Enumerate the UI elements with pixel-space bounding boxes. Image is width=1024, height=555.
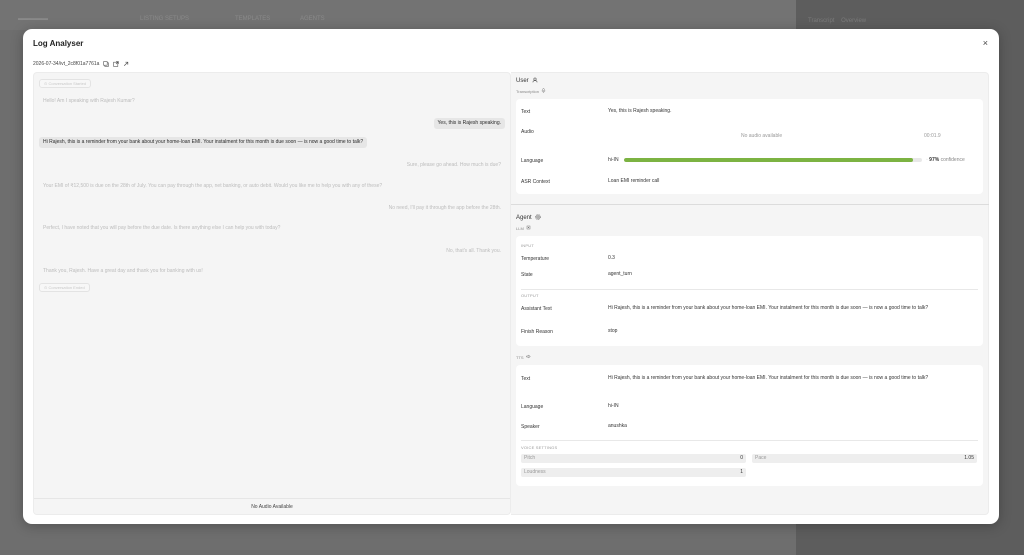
audio-status: No audio available (741, 133, 783, 139)
tts-text-value: Hi Rajesh, this is a reminder from your … (608, 375, 929, 381)
microphone-icon (541, 88, 546, 94)
confidence-dot-icon: ◦ (926, 157, 928, 163)
log-id-row: 2026-07-34/ivt_2c8f01a7761a (33, 60, 129, 67)
modal-title: Log Analyser (33, 39, 84, 48)
chat-message[interactable]: Hello! Am I speaking with Rajesh Kumar? (39, 96, 139, 107)
log-analyser-modal: Log Analyser × 2026-07-34/ivt_2c8f01a776… (23, 29, 999, 524)
temperature-value: 0.3 (608, 255, 615, 261)
subtitle-label: TTS (516, 354, 524, 360)
tts-subtitle: TTS (516, 354, 531, 360)
chip-label: Conversation Ended (48, 285, 85, 290)
user-section-title: User (516, 77, 538, 85)
confidence-word: confidence (940, 157, 965, 163)
open-new-tab-icon[interactable] (112, 60, 119, 67)
background-logo: ▬▬▬▬▬ (18, 16, 48, 22)
chip-icon (526, 225, 531, 231)
finish-reason-value: stop (608, 328, 618, 334)
llm-subtitle: LLM (516, 225, 531, 231)
chat-message[interactable]: Yes, this is Rajesh speaking. (433, 118, 505, 129)
background-item: LISTING SETUPS (140, 16, 190, 22)
section-divider (511, 204, 989, 205)
confidence-bar (624, 158, 922, 162)
audio-label: Audio (521, 129, 534, 135)
audio-duration: 00:01.9 (924, 133, 941, 139)
external-link-icon[interactable] (122, 60, 129, 67)
user-transcription-card: Text Yes, this is Rajesh speaking. Audio… (516, 99, 983, 194)
card-divider (521, 440, 978, 441)
background-item: TEMPLATES (235, 16, 271, 22)
audio-status-footer: No Audio Available (34, 498, 510, 514)
user-icon (532, 77, 538, 85)
assistant-text-value: Hi Rajesh, this is a reminder from your … (608, 305, 929, 311)
tts-text-label: Text (521, 376, 531, 382)
conversation-end-chip: ⊙ Conversation Ended (39, 283, 90, 292)
asr-context-label: ASR Context (521, 179, 550, 185)
tts-card: Text Hi Rajesh, this is a reminder from … (516, 365, 983, 486)
chat-message[interactable]: Sure, please go ahead. How much is due? (403, 160, 505, 171)
chat-message[interactable]: No need, I'll pay it through the app bef… (385, 203, 505, 214)
text-value: Yes, this is Rajesh speaking. (608, 108, 672, 114)
tts-language-value: hi-IN (608, 403, 619, 409)
subtitle-label: LLM (516, 225, 524, 231)
input-caption: INPUT (521, 243, 534, 248)
chip-label: Conversation Started (48, 81, 87, 86)
pitch-setting: Pitch 0 (521, 454, 746, 463)
section-title-label: Agent (516, 215, 532, 221)
gear-icon (534, 214, 541, 222)
copy-icon[interactable] (102, 60, 109, 67)
speaker-label: Speaker (521, 424, 540, 430)
section-title-label: User (516, 78, 529, 84)
confidence-readout: ◦ 97% confidence (926, 156, 965, 164)
llm-card: INPUT Temperature 0.3 State agent_turn O… (516, 236, 983, 346)
pitch-label: Pitch (524, 455, 536, 461)
turn-detail-panel: User Transcription Text Yes, this is Raj… (511, 72, 989, 515)
output-caption: OUTPUT (521, 293, 539, 298)
tts-language-label: Language (521, 404, 544, 410)
finish-reason-label: Finish Reason (521, 329, 553, 335)
background-tab: Overview (841, 18, 867, 24)
state-label: State (521, 272, 533, 278)
state-value: agent_turn (608, 271, 632, 277)
chat-transcript-panel: ⊙ Conversation Started Hello! Am I speak… (33, 72, 511, 515)
confidence-percent: 97% (929, 157, 940, 163)
log-id: 2026-07-34/ivt_2c8f01a7761a (33, 60, 100, 67)
confidence-bar-fill (624, 158, 914, 162)
chat-message[interactable]: Hi Rajesh, this is a reminder from your … (39, 137, 368, 148)
asr-context-value: Loan EMI reminder call (608, 178, 660, 184)
chat-message[interactable]: No, that's all. Thank you. (442, 246, 505, 257)
temperature-label: Temperature (521, 256, 550, 262)
loudness-setting: Loudness 1 (521, 468, 746, 477)
background-tab: Transcript (808, 18, 835, 24)
language-label: Language (521, 158, 544, 164)
pace-label: Pace (755, 455, 767, 461)
agent-section-title: Agent (516, 214, 541, 222)
speaker-icon (525, 354, 531, 360)
conversation-start-chip: ⊙ Conversation Started (39, 79, 92, 88)
speaker-value: anushka (608, 423, 627, 429)
assistant-text-label: Assistant Text (521, 306, 552, 312)
chat-message[interactable]: Your EMI of ₹12,500 is due on the 28th o… (39, 181, 386, 192)
chat-message[interactable]: Thank you, Rajesh. Have a great day and … (39, 266, 207, 277)
close-icon[interactable]: × (983, 38, 988, 48)
background-item: AGENTS (300, 16, 325, 22)
subtitle-label: Transcription (516, 88, 539, 94)
text-label: Text (521, 109, 531, 115)
chat-message[interactable]: Perfect, I have noted that you will pay … (39, 223, 284, 234)
card-divider (521, 289, 978, 290)
transcription-subtitle: Transcription (516, 88, 546, 94)
background-tabs: Transcript Overview (808, 18, 866, 24)
voice-settings-caption: VOICE SETTINGS (521, 445, 558, 450)
pace-setting: Pace 1.05 (752, 454, 977, 463)
pace-value: 1.05 (964, 455, 974, 461)
loudness-label: Loudness (524, 469, 546, 475)
loudness-value: 1 (740, 469, 743, 475)
pitch-value: 0 (740, 455, 743, 461)
